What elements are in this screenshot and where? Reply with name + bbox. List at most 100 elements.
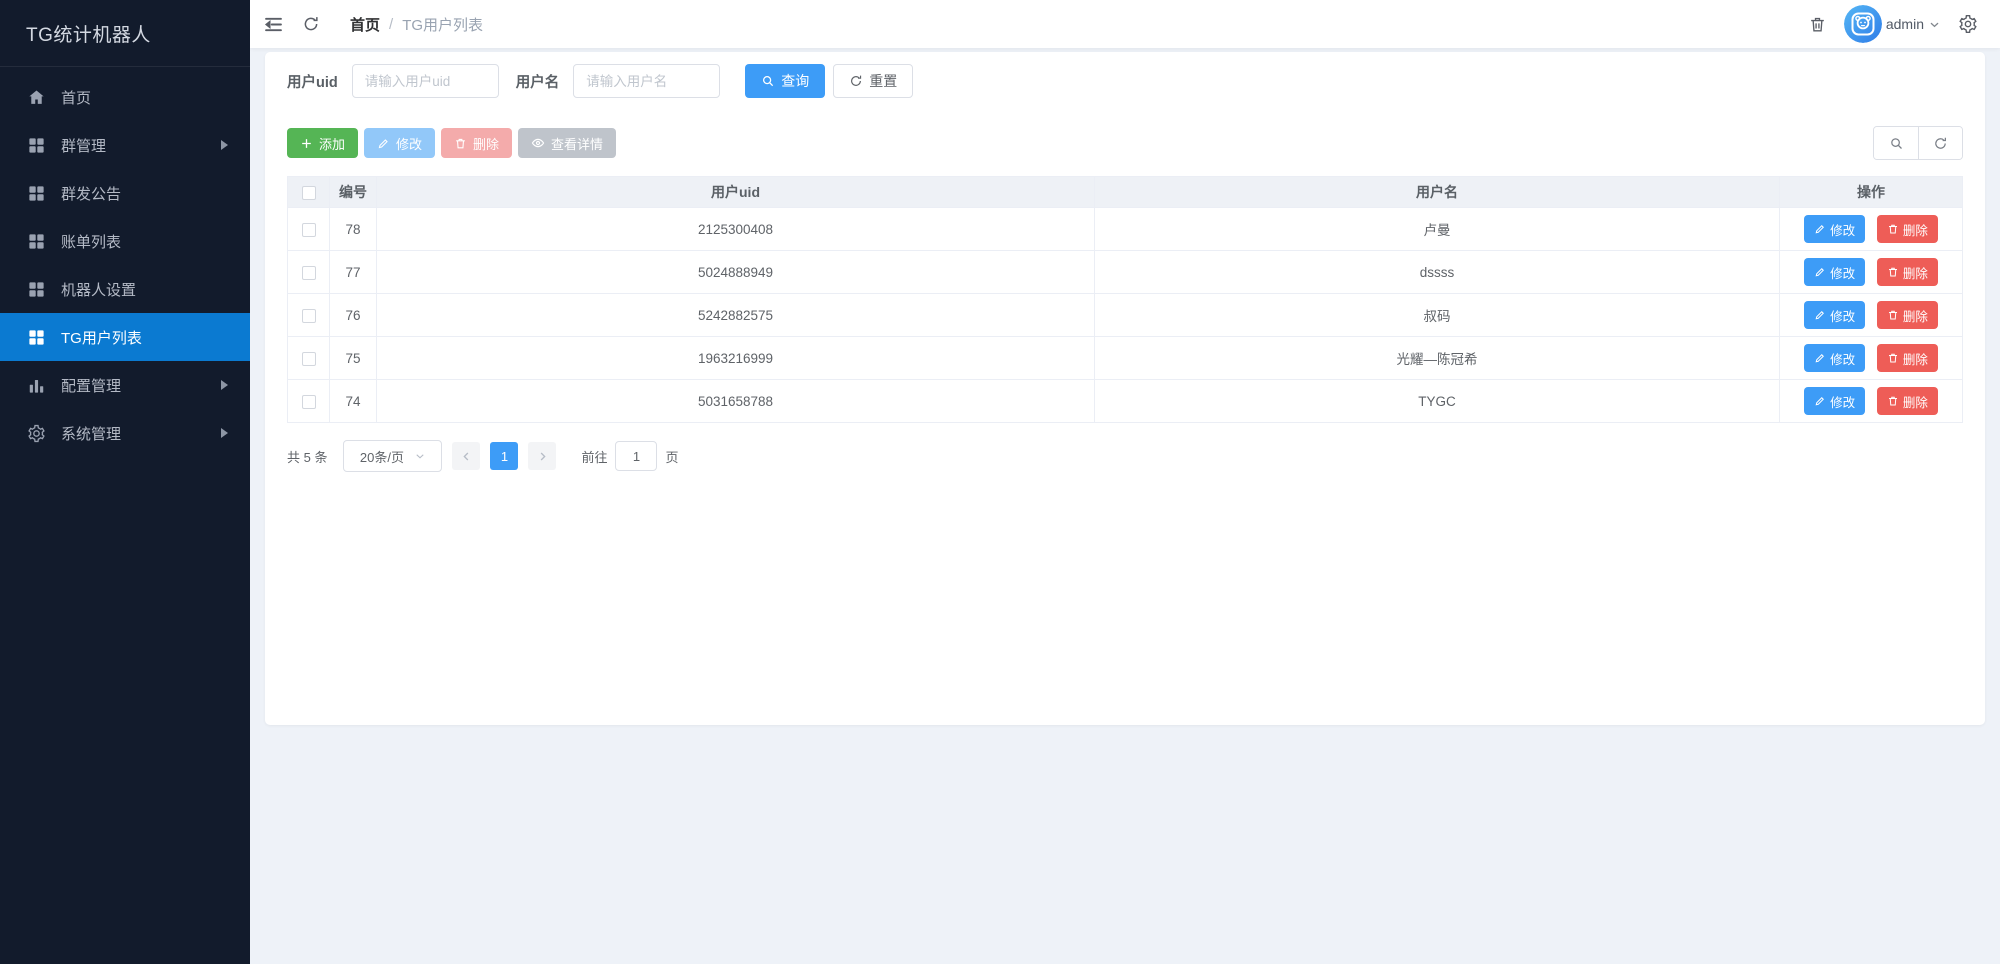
grid-icon [27,280,46,299]
row-edit-button[interactable]: 修改 [1804,301,1865,329]
view-detail-button-disabled[interactable]: 查看详情 [518,128,616,158]
edit-button-label: 修改 [396,134,422,153]
table-refresh-icon[interactable] [1918,127,1962,159]
uid-input[interactable] [352,64,499,98]
table-row: 78 2125300408 卢曼 修改 删除 [288,208,1963,251]
row-delete-button[interactable]: 删除 [1877,387,1938,415]
users-table: 编号 用户uid 用户名 操作 78 2125300408 卢曼 修改 删除 [287,176,1963,423]
row-checkbox[interactable] [302,395,316,409]
trash-icon[interactable] [1808,15,1827,34]
row-checkbox[interactable] [302,223,316,237]
id-cell: 74 [330,380,377,423]
row-edit-button[interactable]: 修改 [1804,215,1865,243]
actions-cell: 修改 删除 [1780,294,1963,337]
col-username: 用户名 [1095,177,1780,208]
col-actions: 操作 [1780,177,1963,208]
page-number-current[interactable]: 1 [490,442,518,470]
uid-cell: 5242882575 [377,294,1095,337]
table-header-row: 编号 用户uid 用户名 操作 [288,177,1963,208]
sidebar-fold-icon[interactable] [263,14,284,35]
row-checkbox[interactable] [302,352,316,366]
row-edit-button[interactable]: 修改 [1804,344,1865,372]
sidebar-item-config-mgmt[interactable]: 配置管理 [0,361,250,409]
sidebar-item-system-mgmt[interactable]: 系统管理 [0,409,250,457]
row-edit-label: 修改 [1830,306,1855,325]
submenu-arrow-icon [221,428,228,438]
row-delete-button[interactable]: 删除 [1877,215,1938,243]
sidebar-item-bot-settings[interactable]: 机器人设置 [0,265,250,313]
add-button-label: 添加 [319,134,345,153]
reset-button[interactable]: 重置 [833,64,913,98]
pagination: 共 5 条 20条/页 1 前往 页 [287,440,1963,472]
gear-icon [27,424,46,443]
row-checkbox[interactable] [302,309,316,323]
col-id: 编号 [330,177,377,208]
sidebar-item-label: 机器人设置 [61,279,136,300]
search-toggle-icon[interactable] [1874,127,1918,159]
select-all-checkbox[interactable] [302,186,316,200]
table-row: 75 1963216999 光耀—陈冠希 修改 删除 [288,337,1963,380]
avatar [1844,5,1882,43]
breadcrumb-root[interactable]: 首页 [350,14,380,35]
row-edit-button[interactable]: 修改 [1804,387,1865,415]
sidebar-item-label: 首页 [61,87,91,108]
page-size-value: 20条/页 [360,447,404,466]
username-cell: dssss [1095,251,1780,294]
uid-cell: 5031658788 [377,380,1095,423]
row-delete-button[interactable]: 删除 [1877,258,1938,286]
username-cell: 叔码 [1095,294,1780,337]
prev-page-button[interactable] [452,442,480,470]
query-button-label: 查询 [781,71,809,91]
page-size-select[interactable]: 20条/页 [343,440,442,472]
table-row: 77 5024888949 dssss 修改 删除 [288,251,1963,294]
username-label: 用户名 [516,71,560,92]
next-page-button[interactable] [528,442,556,470]
sidebar-item-bills[interactable]: 账单列表 [0,217,250,265]
row-checkbox[interactable] [302,266,316,280]
username-cell: 卢曼 [1095,208,1780,251]
goto-page-input[interactable] [615,441,657,471]
actions-cell: 修改 删除 [1780,337,1963,380]
actions-cell: 修改 删除 [1780,208,1963,251]
sidebar-item-broadcast[interactable]: 群发公告 [0,169,250,217]
bar-chart-icon [27,376,46,395]
add-button[interactable]: 添加 [287,128,358,158]
checkbox-cell [288,337,330,380]
checkbox-cell [288,380,330,423]
sidebar-item-tg-users[interactable]: TG用户列表 [0,313,250,361]
sidebar-item-group-mgmt[interactable]: 群管理 [0,121,250,169]
breadcrumb-separator: / [389,16,393,33]
search-form: 用户uid 用户名 查询 重置 [287,64,1963,98]
id-cell: 78 [330,208,377,251]
breadcrumb-current: TG用户列表 [402,14,483,35]
page-suffix-label: 页 [665,447,678,466]
checkbox-cell [288,251,330,294]
row-delete-button[interactable]: 删除 [1877,301,1938,329]
table-row: 74 5031658788 TYGC 修改 删除 [288,380,1963,423]
actions-cell: 修改 删除 [1780,380,1963,423]
id-cell: 77 [330,251,377,294]
refresh-icon[interactable] [302,15,320,33]
username-input[interactable] [573,64,720,98]
row-delete-label: 删除 [1903,349,1928,368]
edit-button-disabled[interactable]: 修改 [364,128,435,158]
uid-cell: 5024888949 [377,251,1095,294]
sidebar-item-label: 群发公告 [61,183,121,204]
actions-cell: 修改 删除 [1780,251,1963,294]
user-menu[interactable]: admin [1844,5,1941,43]
reset-button-label: 重置 [869,71,897,91]
sidebar-item-home[interactable]: 首页 [0,73,250,121]
breadcrumb: 首页 / TG用户列表 [350,14,483,35]
query-button[interactable]: 查询 [745,64,825,98]
row-edit-button[interactable]: 修改 [1804,258,1865,286]
chevron-down-icon [414,450,426,462]
app-title: TG统计机器人 [0,0,250,67]
chevron-down-icon [1928,18,1941,31]
grid-icon [27,232,46,251]
row-delete-button[interactable]: 删除 [1877,344,1938,372]
row-delete-label: 删除 [1903,306,1928,325]
delete-button-disabled[interactable]: 删除 [441,128,512,158]
submenu-arrow-icon [221,380,228,390]
row-delete-label: 删除 [1903,392,1928,411]
settings-gear-icon[interactable] [1958,14,1978,34]
